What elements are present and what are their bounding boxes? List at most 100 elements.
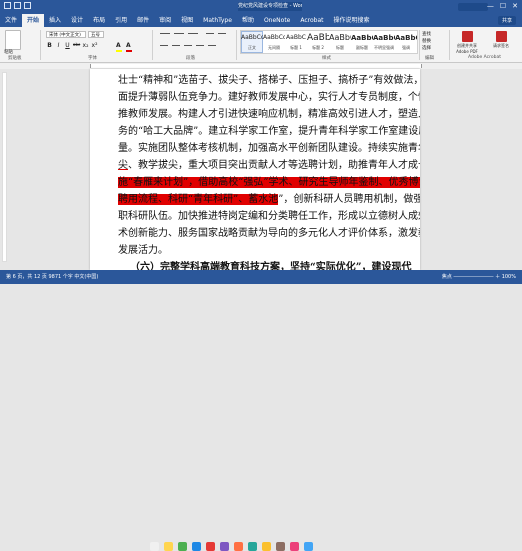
app-icon[interactable] <box>304 542 313 551</box>
tab-home[interactable]: 开始 <box>22 14 45 27</box>
tab-references[interactable]: 引用 <box>110 14 132 27</box>
doc-line: 聘用流程、科研“青年科研”、蓄水池”，创新科研人员聘用机制，做强专 <box>118 194 420 206</box>
status-left: 第 6 页，共 12 页 9871 个字 中文(中国) <box>6 274 99 280</box>
doc-text: ”，创新科研人员聘用机制，做强专 <box>278 194 420 205</box>
quick-access-toolbar <box>4 2 31 9</box>
minimize-button[interactable]: — <box>487 2 494 11</box>
tell-me-search[interactable]: 操作说明搜索 <box>329 14 375 27</box>
select-button[interactable]: 选择 <box>422 45 446 52</box>
word-icon[interactable] <box>192 542 201 551</box>
font-color-button[interactable]: A <box>126 42 132 52</box>
underline-button[interactable]: U <box>64 42 71 49</box>
doc-line: 施“春雁来计划”，借助高校“强弘”学术、研究生导师年鉴制、优秀博士后 <box>118 177 420 189</box>
user-account[interactable] <box>458 3 488 11</box>
app-icon[interactable] <box>150 542 159 551</box>
multilevel-icon <box>188 33 198 34</box>
close-button[interactable]: ✕ <box>512 2 518 11</box>
vertical-ruler[interactable] <box>2 72 7 262</box>
document-page[interactable]: 壮士“精神和”选苗子、拔尖子、搭梯子、压担子、搞桥子”有效做法，全 面提升薄弱队… <box>90 69 420 270</box>
request-signature-button[interactable]: 请求签名 <box>486 30 516 54</box>
italic-button[interactable]: I <box>55 42 62 49</box>
app-icon[interactable] <box>276 542 285 551</box>
app-icon[interactable] <box>262 542 271 551</box>
group-label-clipboard: 剪贴板 <box>8 56 22 61</box>
acrobat-group: 创建并共享 Adobe PDF 请求签名 <box>452 30 520 54</box>
strikethrough-button[interactable]: abc <box>73 42 80 49</box>
find-button[interactable]: 查找 <box>422 31 446 38</box>
taskbar-icons <box>150 542 313 551</box>
status-right[interactable]: 焦点 ―――――――― ＋ 100% <box>442 273 516 281</box>
redo-icon[interactable] <box>24 2 31 9</box>
style-subtitle[interactable]: AaBbC副标题 <box>351 31 373 53</box>
style-heading-2[interactable]: AaBbC标题 2 <box>307 31 329 53</box>
doc-line: 术创新能力、服务国家战略贡献为导向的多元化人才评价体系，激发教职工 <box>118 228 420 239</box>
doc-text: 、教学拔尖，重大项目突出贡献人才等选聘计划，助推青年人才成长。 <box>128 160 420 171</box>
style-emphasis[interactable]: AaBbCc强调 <box>395 31 417 53</box>
font-name-select[interactable]: 宋体 (中文正文) <box>46 31 86 38</box>
app-icon[interactable] <box>234 542 243 551</box>
status-bar: 第 6 页，共 12 页 9871 个字 中文(中国) 焦点 ―――――――― … <box>0 270 522 551</box>
doc-line: 壮士“精神和”选苗子、拔尖子、搭梯子、压担子、搞桥子”有效做法，全 <box>118 75 420 86</box>
save-icon[interactable] <box>4 2 11 9</box>
tab-layout[interactable]: 布局 <box>88 14 110 27</box>
title-bar: 党纪党风建设专项检查 - Word — ☐ ✕ <box>0 0 522 14</box>
style-title[interactable]: AaBbC标题 <box>329 31 351 53</box>
sort-icon <box>218 33 226 34</box>
subscript-button[interactable]: x₂ <box>82 42 89 49</box>
tab-onenote[interactable]: OneNote <box>259 14 295 27</box>
group-label-font: 字体 <box>88 56 97 61</box>
font-size-select[interactable]: 五号 <box>88 31 104 38</box>
doc-line: 量。实施团队整体考核机制，加强高水平创新团队建设。持续实施青年拔 <box>118 143 420 154</box>
tab-design[interactable]: 设计 <box>66 14 88 27</box>
share-button[interactable]: 共享 <box>497 16 516 25</box>
app-icon[interactable] <box>206 542 215 551</box>
pdf-icon <box>461 31 473 42</box>
group-label-editing: 编辑 <box>425 56 434 61</box>
tab-mathtype[interactable]: MathType <box>198 14 237 27</box>
tab-review[interactable]: 审阅 <box>154 14 176 27</box>
align-center-icon <box>172 45 180 46</box>
group-label-paragraph: 段落 <box>186 56 195 61</box>
style-heading-1[interactable]: AaBbC 标题 1 <box>285 31 307 53</box>
superscript-button[interactable]: x² <box>91 42 98 49</box>
app-icon[interactable] <box>178 542 187 551</box>
line-spacing-icon <box>208 45 216 46</box>
tab-file[interactable]: 文件 <box>0 14 22 27</box>
group-divider <box>40 30 41 60</box>
highlighted-text: 施“春雁来计划”，借助高校“强弘”学术、研究生导师年鉴制、优秀博士后 <box>118 177 420 188</box>
doc-line: 面提升薄弱队伍竞争力。建好教师发展中心，实行人才专员制度，个性化助 <box>118 92 420 103</box>
folder-icon[interactable] <box>164 542 173 551</box>
style-normal[interactable]: AaBbCcDd正文 <box>241 31 263 53</box>
group-label-acrobat: Adobe Acrobat <box>468 55 502 60</box>
doc-line: 发展活力。 <box>118 245 168 256</box>
editing-group: 查找 替换 选择 <box>422 31 446 53</box>
maximize-button[interactable]: ☐ <box>500 2 506 11</box>
doc-line: 尖、教学拔尖，重大项目突出贡献人才等选聘计划，助推青年人才成长。实 <box>118 160 420 172</box>
doc-line: 推教师发展。构建人才引进快速响应机制，精准高效引进人才，塑造人才服 <box>118 109 420 120</box>
style-subtle-emphasis[interactable]: AaBbC不明显强调 <box>373 31 395 53</box>
tab-mailings[interactable]: 邮件 <box>132 14 154 27</box>
create-pdf-button[interactable]: 创建并共享 Adobe PDF <box>452 30 482 54</box>
app-icon[interactable] <box>290 542 299 551</box>
highlight-color-button[interactable]: A <box>116 42 122 52</box>
align-left-icon <box>160 45 168 46</box>
paragraph-controls[interactable] <box>158 31 232 53</box>
tab-insert[interactable]: 插入 <box>44 14 66 27</box>
group-divider <box>449 30 450 60</box>
replace-button[interactable]: 替换 <box>422 38 446 45</box>
tab-help[interactable]: 帮助 <box>237 14 259 27</box>
window-title: 党纪党风建设专项检查 - Word <box>238 2 302 11</box>
bold-button[interactable]: B <box>46 42 53 49</box>
tab-view[interactable]: 视图 <box>176 14 198 27</box>
app-icon[interactable] <box>248 542 257 551</box>
numbering-icon <box>174 33 184 34</box>
group-divider <box>152 30 153 60</box>
group-divider <box>419 30 420 60</box>
app-icon[interactable] <box>220 542 229 551</box>
tab-acrobat[interactable]: Acrobat <box>295 14 328 27</box>
format-buttons: B I U abc x₂ x² <box>46 42 98 49</box>
style-no-spacing[interactable]: AaBbCcDd无间隔 <box>263 31 285 53</box>
paste-icon[interactable] <box>5 30 21 50</box>
justify-icon <box>196 45 204 46</box>
undo-icon[interactable] <box>14 2 21 9</box>
